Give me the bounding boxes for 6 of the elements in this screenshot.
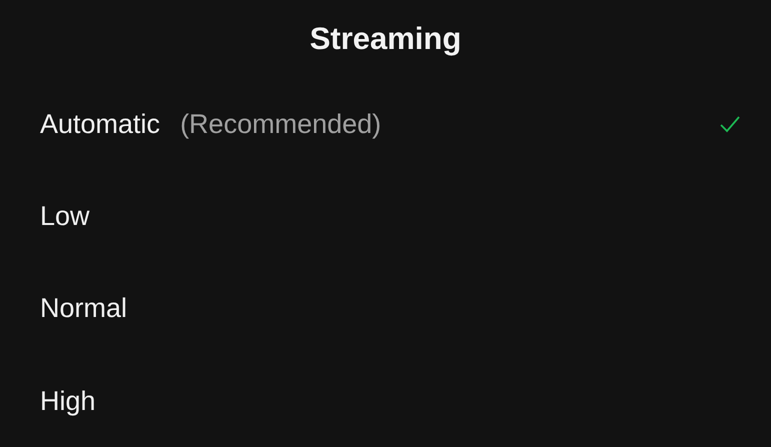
option-label: Automatic <box>40 108 160 141</box>
option-note: (Recommended) <box>180 108 382 141</box>
screen-title: Streaming <box>310 20 462 58</box>
option-label: Normal <box>40 292 128 326</box>
option-label: High <box>40 384 96 418</box>
option-label: Low <box>40 200 90 233</box>
